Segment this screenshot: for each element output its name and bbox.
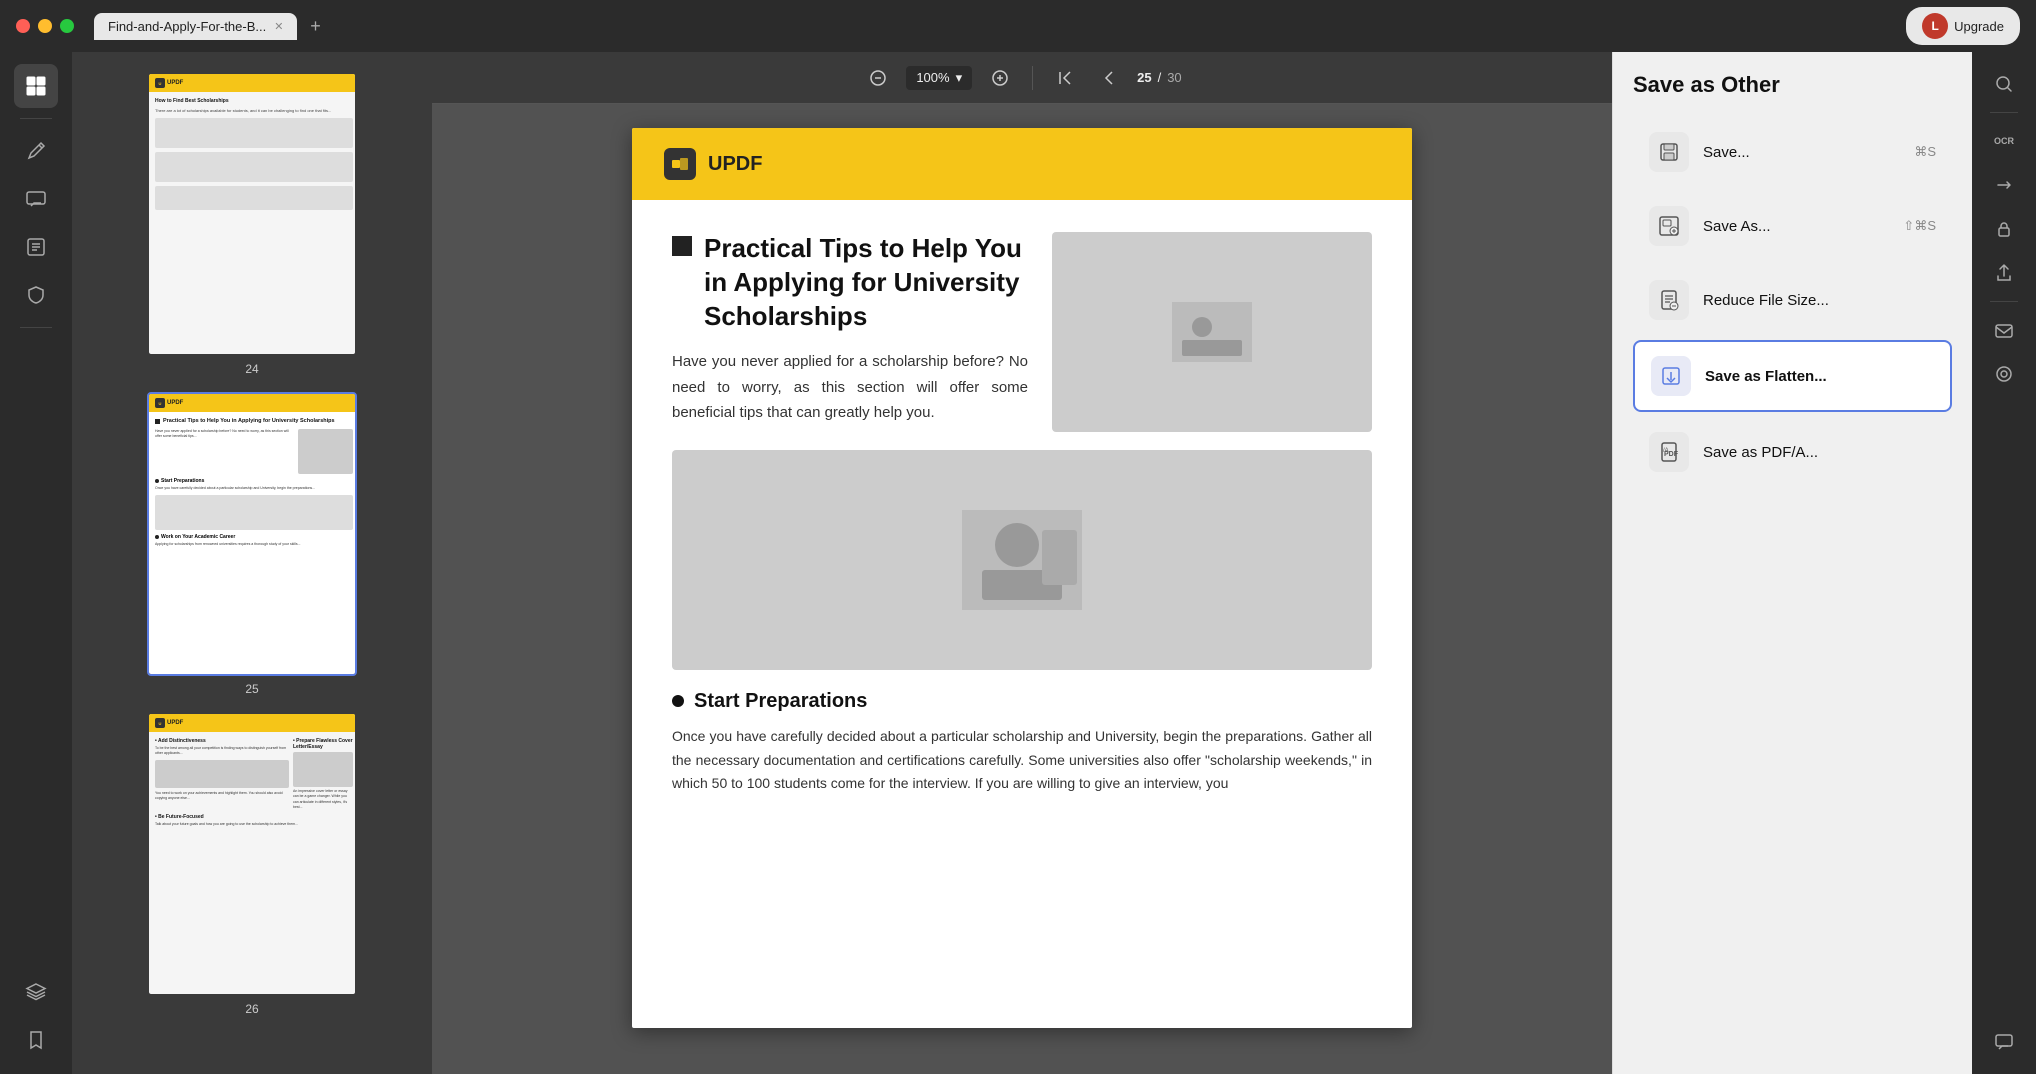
zoom-level-display[interactable]: 100% ▾ [906, 66, 972, 90]
total-pages: 30 [1167, 70, 1181, 85]
pdfa-icon: PDF /A [1649, 432, 1689, 472]
sidebar-icon-bookmark[interactable] [14, 1018, 58, 1062]
save-as-icon [1649, 206, 1689, 246]
thumb-label-25: 25 [245, 682, 258, 696]
reduce-label: Reduce File Size... [1703, 292, 1922, 309]
flatten-label: Save as Flatten... [1705, 368, 1920, 385]
zoom-value: 100% [916, 70, 949, 85]
page-area: 100% ▾ 25 / [432, 52, 1612, 1074]
sidebar-icon-edit[interactable] [14, 225, 58, 269]
bullet-body-1: Once you have carefully decided about a … [672, 725, 1372, 796]
zoom-dropdown-icon: ▾ [956, 70, 963, 86]
page-image-1 [1052, 232, 1372, 432]
thumbnail-25[interactable]: U UPDF Practical Tips to Help You in App… [72, 384, 432, 704]
save-icon [1649, 132, 1689, 172]
bullet-title-1: Start Preparations [672, 690, 1372, 713]
page-image-2 [672, 450, 1372, 670]
tab-close-icon[interactable]: ✕ [274, 20, 283, 33]
zoom-in-button[interactable] [984, 62, 1016, 94]
search-icon[interactable] [1984, 64, 2024, 104]
right-sidebar-divider-2 [1990, 301, 2018, 302]
sidebar-icon-layers[interactable] [14, 970, 58, 1014]
current-page: 25 [1137, 70, 1151, 85]
chat-icon[interactable] [1984, 1022, 2024, 1062]
traffic-lights [16, 19, 74, 33]
right-sidebar: OCR [1972, 52, 2036, 1074]
svg-text:/A: /A [1663, 448, 1669, 454]
bullet-section-1: Start Preparations Once you have careful… [672, 690, 1372, 796]
protect-icon[interactable] [1984, 209, 2024, 249]
save-as-shortcut: ⇧⌘S [1903, 218, 1936, 234]
updf-brand: UPDF [708, 153, 762, 176]
page-separator: / [1158, 70, 1162, 85]
save-item-reduce[interactable]: Reduce File Size... [1633, 266, 1952, 334]
thumb-label-24: 24 [245, 362, 258, 376]
close-button[interactable] [16, 19, 30, 33]
toolbar: 100% ▾ 25 / [432, 52, 1612, 104]
save-item-save[interactable]: Save... ⌘S [1633, 118, 1952, 186]
ocr-icon[interactable]: OCR [1984, 121, 2024, 161]
flatten-icon [1651, 356, 1691, 396]
upgrade-label: Upgrade [1954, 19, 2004, 34]
save-item-save-as[interactable]: Save As... ⇧⌘S [1633, 192, 1952, 260]
page-navigation: 25 / 30 [1137, 70, 1182, 85]
mail-icon[interactable] [1984, 310, 2024, 350]
thumbnail-24[interactable]: U UPDF How to Find Best Scholarships The… [72, 64, 432, 384]
main-area: U UPDF How to Find Best Scholarships The… [0, 52, 2036, 1074]
document-scroll[interactable]: UPDF [432, 104, 1612, 1074]
section-title: Practical Tips to Help You in Applying f… [672, 232, 1028, 333]
share-icon[interactable] [1984, 253, 2024, 293]
tab-label: Find-and-Apply-For-the-B... [108, 19, 266, 34]
toolbar-separator-1 [1032, 66, 1033, 90]
save-item-flatten[interactable]: Save as Flatten... [1633, 340, 1952, 412]
save-as-label: Save As... [1703, 218, 1889, 235]
right-sidebar-divider-1 [1990, 112, 2018, 113]
active-tab[interactable]: Find-and-Apply-For-the-B... ✕ [94, 13, 297, 40]
minimize-button[interactable] [38, 19, 52, 33]
thumbnail-26[interactable]: U UPDF • Add Distinctiveness To be the b… [72, 704, 432, 1024]
left-sidebar [0, 52, 72, 1074]
document-page: UPDF [632, 128, 1412, 1028]
thumb-label-26: 26 [245, 1002, 258, 1016]
titlebar: Find-and-Apply-For-the-B... ✕ + L Upgrad… [0, 0, 2036, 52]
maximize-button[interactable] [60, 19, 74, 33]
sidebar-icon-annotate[interactable] [14, 129, 58, 173]
thumbnail-panel: U UPDF How to Find Best Scholarships The… [72, 52, 432, 1074]
bullet-dot-icon [672, 695, 684, 707]
title-box-icon [672, 236, 692, 256]
stamp-icon[interactable] [1984, 354, 2024, 394]
convert-icon[interactable] [1984, 165, 2024, 205]
reduce-icon [1649, 280, 1689, 320]
save-panel: Save as Other Save... ⌘S [1612, 52, 1972, 1074]
save-panel-title: Save as Other [1633, 72, 1952, 98]
page-header: UPDF [632, 128, 1412, 200]
avatar: L [1922, 13, 1948, 39]
new-tab-button[interactable]: + [301, 12, 329, 40]
tab-bar: Find-and-Apply-For-the-B... ✕ + [94, 12, 329, 40]
save-shortcut: ⌘S [1914, 144, 1936, 160]
sidebar-icon-pages[interactable] [14, 64, 58, 108]
page-body: Practical Tips to Help You in Applying f… [632, 200, 1412, 828]
prev-page-button[interactable] [1093, 62, 1125, 94]
save-label: Save... [1703, 144, 1900, 161]
section-heading: Practical Tips to Help You in Applying f… [704, 232, 1028, 333]
updf-logo-icon [664, 148, 696, 180]
save-item-pdfa[interactable]: PDF /A Save as PDF/A... [1633, 418, 1952, 486]
sidebar-icon-protect[interactable] [14, 273, 58, 317]
sidebar-icon-comment[interactable] [14, 177, 58, 221]
titlebar-right: L Upgrade [1906, 7, 2020, 45]
first-page-button[interactable] [1049, 62, 1081, 94]
upgrade-button[interactable]: L Upgrade [1906, 7, 2020, 45]
zoom-out-button[interactable] [862, 62, 894, 94]
pdfa-label: Save as PDF/A... [1703, 444, 1922, 461]
sidebar-divider-2 [20, 327, 52, 328]
sidebar-divider-1 [20, 118, 52, 119]
